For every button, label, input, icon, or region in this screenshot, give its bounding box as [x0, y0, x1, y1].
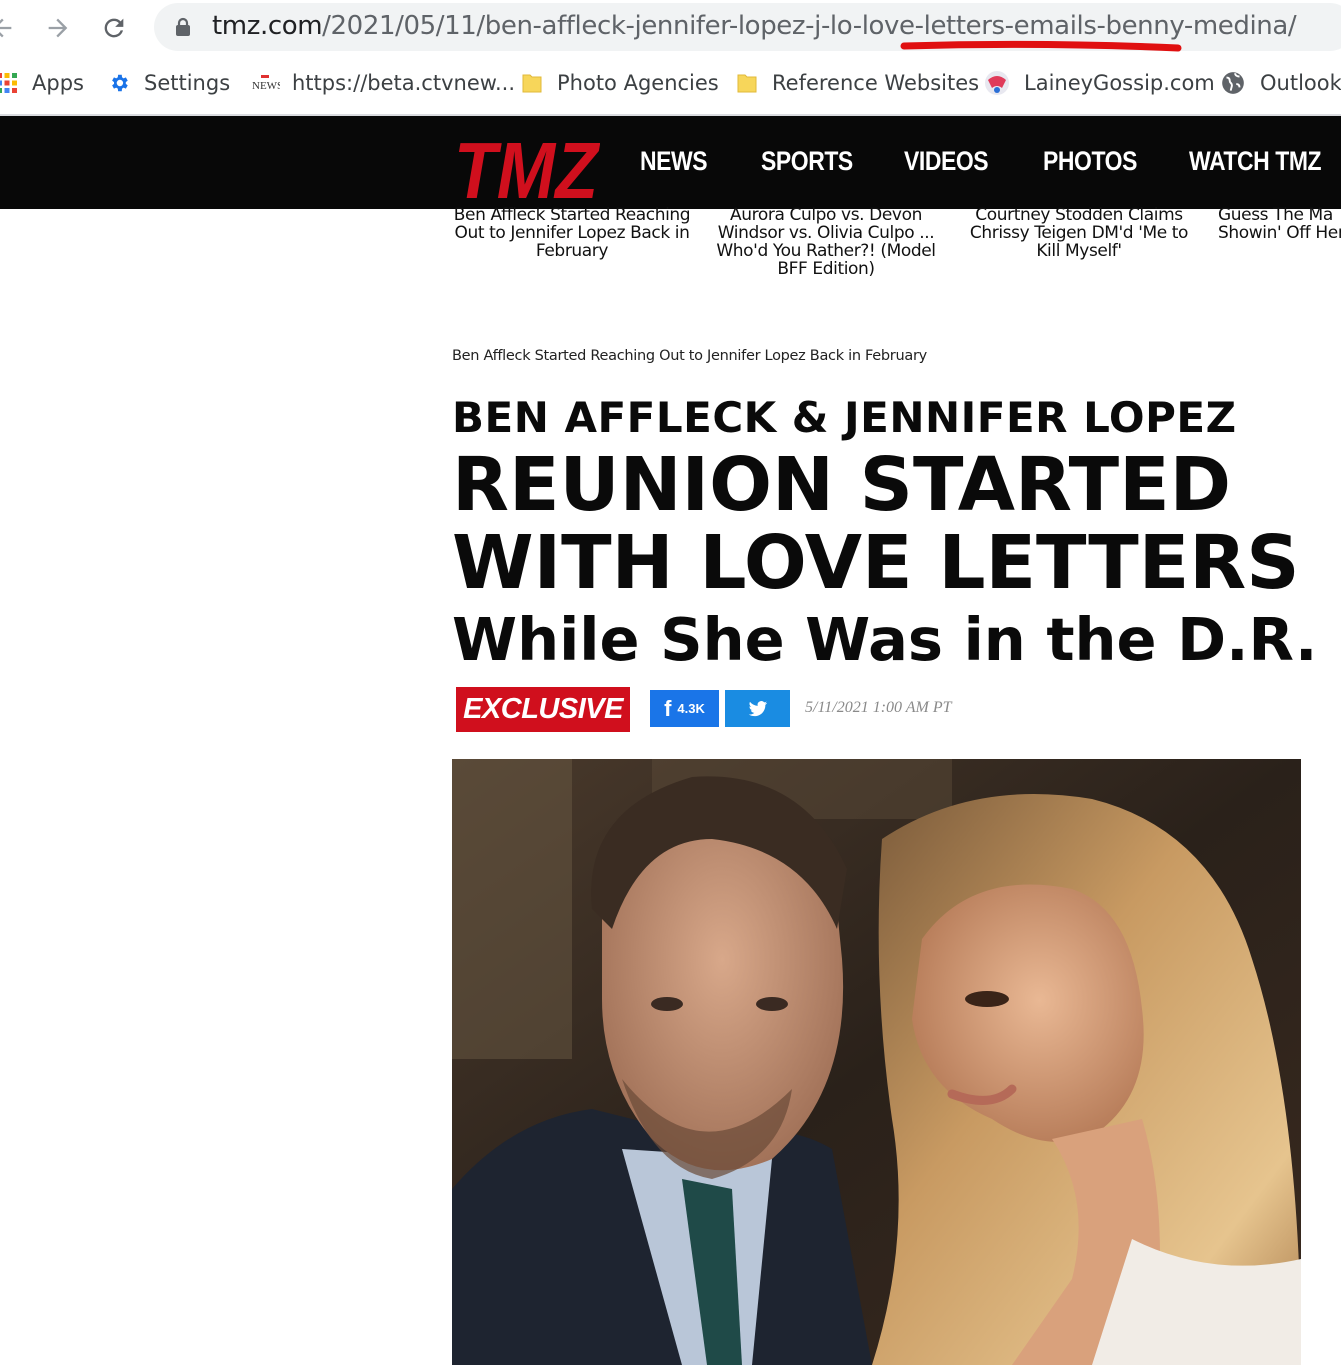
lock-icon [176, 17, 190, 36]
facebook-icon: f [664, 695, 672, 721]
url-text: tmz.com/2021/05/11/ben-affleck-jennifer-… [212, 11, 1297, 41]
nav-videos[interactable]: VIDEOS [904, 146, 989, 177]
url-host: tmz.com [212, 11, 323, 41]
red-underline-annotation [900, 40, 1182, 52]
tmz-logo[interactable]: TMZ [452, 128, 600, 206]
nav-watch-tmz[interactable]: WATCH TMZ [1189, 146, 1322, 177]
twitter-share-button[interactable] [725, 690, 790, 727]
nav-news[interactable]: NEWS [640, 146, 708, 177]
globe-icon [1222, 72, 1244, 94]
reload-icon [104, 18, 124, 38]
forward-arrow-icon [48, 18, 68, 38]
forward-button[interactable] [38, 8, 78, 48]
publish-date: 5/11/2021 1:00 AM PT [805, 699, 952, 716]
related-story-link[interactable]: Aurora Culpo vs. Devon Windsor vs. Olivi… [706, 206, 946, 278]
facebook-share-count: 4.3K [677, 701, 705, 716]
svg-text:TMZ: TMZ [454, 128, 600, 206]
bookmark-label: Reference Websites [772, 71, 980, 95]
bookmark-settings[interactable]: Settings [108, 68, 230, 98]
bookmarks-bar: Apps Settings NEWS https://beta.ctvnew..… [0, 60, 1341, 106]
folder-icon [737, 74, 757, 93]
bookmark-apps[interactable]: Apps [0, 68, 84, 98]
browser-toolbar: tmz.com/2021/05/11/ben-affleck-jennifer-… [0, 0, 1341, 56]
svg-text:NEWS: NEWS [252, 80, 280, 92]
tmz-navbar: TMZ NEWS SPORTS VIDEOS PHOTOS WATCH TMZ [0, 116, 1341, 209]
bookmark-label: Settings [144, 71, 231, 95]
url-path: /2021/05/11/ben-affleck-jennifer-lopez-j… [322, 11, 1297, 41]
headline-kicker: BEN AFFLECK & JENNIFER LOPEZ [452, 393, 1237, 442]
bookmark-laineygossip[interactable]: LaineyGossip.com [984, 68, 1215, 98]
related-story-link[interactable]: Ben Affleck Started Reaching Out to Jenn… [452, 206, 692, 260]
headline-main-line-1: REUNION STARTED [452, 442, 1232, 528]
hero-photo-illustration [452, 759, 1301, 1365]
headline-main-line-2: WITH LOVE LETTERS [452, 520, 1300, 606]
apps-grid-icon [0, 73, 17, 93]
related-story-link[interactable]: Courtney Stodden Claims Chrissy Teigen D… [959, 206, 1199, 260]
headline-subhead: While She Was in the D.R. [452, 605, 1318, 674]
twitter-bird-icon [748, 700, 767, 716]
hero-photo[interactable] [452, 759, 1301, 1365]
bookmark-photo-agencies[interactable]: Photo Agencies [521, 68, 719, 98]
back-button[interactable] [0, 8, 22, 48]
back-arrow-icon [0, 18, 12, 38]
nav-sports[interactable]: SPORTS [761, 146, 853, 177]
laineygossip-icon [985, 71, 1009, 95]
bookmark-label: Outlook [1260, 71, 1341, 95]
breadcrumb[interactable]: Ben Affleck Started Reaching Out to Jenn… [452, 348, 927, 364]
reload-button[interactable] [94, 8, 134, 48]
facebook-share-button[interactable]: f 4.3K [650, 690, 719, 727]
bookmark-label: https://beta.ctvnew... [292, 71, 516, 95]
bookmark-outlook[interactable]: Outlook [1220, 68, 1341, 98]
nav-photos[interactable]: PHOTOS [1043, 146, 1137, 177]
ctv-news-icon: NEWS [252, 75, 280, 92]
exclusive-badge: EXCLUSIVE [456, 687, 630, 732]
bookmark-label: Photo Agencies [557, 71, 719, 95]
bookmark-ctvnews[interactable]: NEWS https://beta.ctvnew... [252, 68, 515, 98]
bookmark-label: LaineyGossip.com [1024, 71, 1215, 95]
bookmark-reference-websites[interactable]: Reference Websites [736, 68, 979, 98]
bookmark-label: Apps [32, 71, 84, 95]
folder-icon [522, 74, 542, 93]
related-story-link[interactable]: Guess The Ma Showin' Off Her [1200, 206, 1341, 242]
gear-icon [112, 74, 128, 92]
